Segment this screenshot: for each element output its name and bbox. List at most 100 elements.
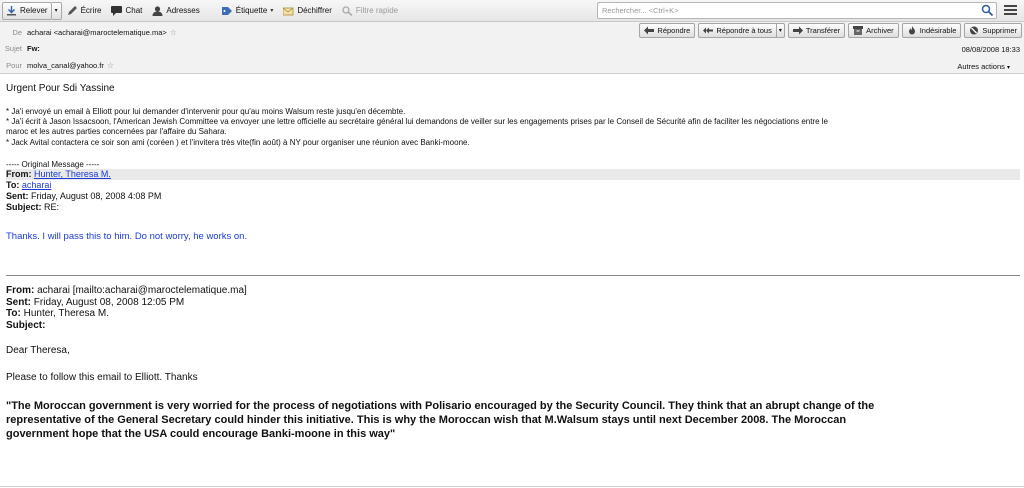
statement-line: representative of the General Secretary … bbox=[6, 414, 847, 426]
bullet-line: * Jack Avital contactera ce soir son ami… bbox=[6, 137, 470, 147]
envelope-key-icon bbox=[282, 6, 294, 16]
pencil-icon bbox=[67, 5, 78, 16]
statement-line: government hope that the USA could encou… bbox=[6, 428, 396, 440]
quoted-to-row: To: acharai bbox=[6, 180, 1020, 191]
bullet-line: * Ja'i envoyé un email à Elliott pour lu… bbox=[6, 107, 406, 116]
reply-all-button[interactable]: Répondre à tous bbox=[698, 23, 777, 38]
subject-row: Sujet Fw: bbox=[0, 40, 1024, 57]
search-placeholder: Rechercher... <Ctrl+K> bbox=[602, 6, 679, 15]
forward-arrow-icon bbox=[792, 26, 803, 35]
download-icon bbox=[6, 5, 17, 16]
message-header: De acharai <acharai@maroctelematique.ma>… bbox=[0, 22, 1024, 74]
main-toolbar: Relever ▾ Écrire Chat Adresses Étiquette… bbox=[0, 0, 1024, 22]
write-button[interactable]: Écrire bbox=[62, 2, 107, 20]
forward-label: Transférer bbox=[805, 26, 841, 35]
reply-label: Répondre bbox=[657, 26, 691, 35]
message-bullets: * Ja'i envoyé un email à Elliott pour lu… bbox=[6, 107, 1020, 148]
star-icon[interactable]: ☆ bbox=[107, 61, 114, 70]
message-body: Urgent Pour Sdi Yassine * Ja'i envoyé un… bbox=[6, 80, 1020, 440]
contacts-icon bbox=[152, 5, 163, 16]
chat-label: Chat bbox=[125, 6, 143, 15]
junk-button[interactable]: Indésirable bbox=[901, 23, 962, 38]
other-actions-button[interactable]: Autres actions ▾ bbox=[957, 62, 1010, 71]
chat-button[interactable]: Chat bbox=[106, 2, 147, 20]
app-menu-icon[interactable] bbox=[1004, 5, 1017, 16]
bullet-line: * Ja'i écrit à Jason Issacsoon, l'Americ… bbox=[6, 117, 828, 127]
to-label: Pour bbox=[6, 61, 22, 70]
quoted-sent-label: Sent: bbox=[6, 190, 29, 201]
search-input[interactable]: Rechercher... <Ctrl+K> bbox=[597, 2, 997, 19]
archive-label: Archiver bbox=[866, 26, 894, 35]
archive-box-icon bbox=[853, 26, 864, 35]
forward-button[interactable]: Transférer bbox=[787, 23, 846, 38]
archive-button[interactable]: Archiver bbox=[848, 23, 899, 38]
original-message-marker: ----- Original Message ----- bbox=[6, 159, 100, 169]
statement-line: "The Moroccan government is very worried… bbox=[6, 400, 875, 412]
to-row: Pour molva_canal@yahoo.fr ☆ bbox=[0, 57, 1024, 74]
quoted-to-link[interactable]: acharai bbox=[22, 180, 52, 190]
quoted-sent-row: Sent: Friday, August 08, 2008 4:08 PM bbox=[6, 191, 1020, 202]
message-date: 08/08/2008 18:33 bbox=[961, 45, 1020, 54]
quoted-reply-text: Thanks. I will pass this to him. Do not … bbox=[6, 230, 248, 242]
second-to-label: To: bbox=[6, 308, 21, 319]
from-value[interactable]: acharai <acharai@maroctelematique.ma> bbox=[27, 28, 167, 37]
delete-button[interactable]: Supprimer bbox=[964, 23, 1022, 38]
delete-label: Supprimer bbox=[982, 26, 1017, 35]
second-subject-row: Subject: bbox=[6, 320, 1020, 332]
write-label: Écrire bbox=[80, 6, 102, 15]
filter-search-icon bbox=[342, 5, 353, 16]
quoted-from-row: From: Hunter, Theresa M. bbox=[6, 168, 1020, 180]
quoted-from-label: From: bbox=[6, 168, 32, 179]
quoted-sent-value: Friday, August 08, 2008 4:08 PM bbox=[31, 190, 162, 201]
second-subject-label: Subject: bbox=[6, 319, 46, 331]
reply-all-dropdown[interactable]: ▾ bbox=[776, 23, 785, 38]
tag-label: Étiquette bbox=[235, 6, 268, 15]
bullet-line: maroc et les autres parties concernées p… bbox=[6, 127, 227, 137]
address-book-label: Adresses bbox=[166, 6, 200, 15]
forwarded-section: From: acharai [mailto:acharai@maroctelem… bbox=[6, 285, 1020, 441]
tag-icon bbox=[221, 6, 233, 16]
second-to-value: Hunter, Theresa M. bbox=[23, 308, 110, 319]
decrypt-label: Déchiffrer bbox=[297, 6, 332, 15]
quoted-subject-value: RE: bbox=[44, 201, 60, 212]
delete-circle-icon bbox=[969, 26, 979, 35]
quoted-subject-label: Subject: bbox=[6, 201, 42, 212]
follow-text: Please to follow this email to Elliott. … bbox=[6, 372, 198, 383]
get-messages-button[interactable]: Relever bbox=[2, 1, 52, 20]
other-actions-label: Autres actions bbox=[957, 62, 1005, 71]
divider bbox=[6, 275, 1020, 276]
quoted-to-label: To: bbox=[6, 179, 20, 190]
subject-value: Fw: bbox=[27, 44, 40, 53]
search-icon[interactable] bbox=[981, 4, 994, 17]
reply-all-label: Répondre à tous bbox=[716, 26, 772, 35]
get-messages-dropdown[interactable]: ▾ bbox=[51, 1, 62, 20]
tag-dropdown-icon: ▾ bbox=[270, 8, 274, 14]
second-from-row: From: acharai [mailto:acharai@maroctelem… bbox=[6, 285, 1020, 297]
chevron-down-icon: ▾ bbox=[1006, 65, 1010, 71]
second-from-label: From: bbox=[6, 285, 35, 296]
greeting-text: Dear Theresa, bbox=[6, 345, 70, 356]
second-sent-row: Sent: Friday, August 08, 2008 12:05 PM bbox=[6, 297, 1020, 309]
tag-button[interactable]: Étiquette ▾ bbox=[217, 2, 279, 20]
reply-arrow-icon bbox=[644, 26, 655, 35]
second-to-row: To: Hunter, Theresa M. bbox=[6, 308, 1020, 320]
reply-all-group: Répondre à tous ▾ bbox=[698, 23, 785, 38]
get-messages-label: Relever bbox=[20, 6, 48, 15]
subject-label: Sujet bbox=[4, 44, 22, 53]
second-sent-value: Friday, August 08, 2008 12:05 PM bbox=[33, 296, 185, 308]
quick-filter-label: Filtre rapide bbox=[355, 6, 399, 15]
star-icon[interactable]: ☆ bbox=[170, 28, 177, 37]
decrypt-button[interactable]: Déchiffrer bbox=[278, 2, 337, 20]
second-sent-label: Sent: bbox=[6, 296, 31, 308]
quoted-from-link[interactable]: Hunter, Theresa M. bbox=[34, 169, 111, 179]
bottom-border bbox=[0, 486, 1024, 487]
address-book-button[interactable]: Adresses bbox=[147, 2, 204, 20]
junk-label: Indésirable bbox=[919, 26, 957, 35]
reply-button[interactable]: Répondre bbox=[639, 23, 696, 38]
flame-icon bbox=[907, 26, 917, 35]
quick-filter-button[interactable]: Filtre rapide bbox=[337, 2, 403, 20]
second-from-value: acharai [mailto:acharai@maroctelematique… bbox=[37, 285, 247, 296]
quoted-subject-row: Subject: RE: bbox=[6, 202, 1020, 213]
message-title: Urgent Pour Sdi Yassine bbox=[6, 83, 115, 94]
to-value[interactable]: molva_canal@yahoo.fr bbox=[27, 61, 104, 70]
